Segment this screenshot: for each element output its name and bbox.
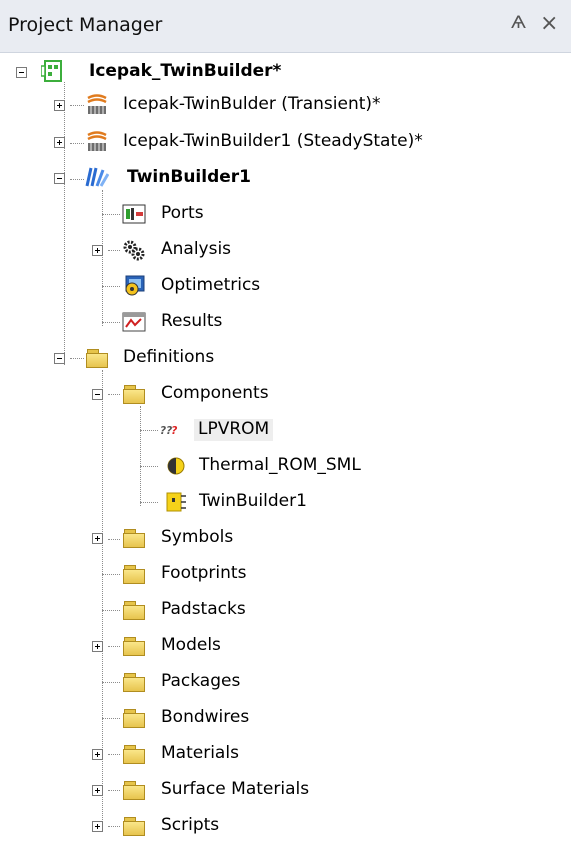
tree-node-padstacks[interactable]: Padstacks xyxy=(0,596,571,626)
tree-node-materials[interactable]: Materials xyxy=(0,740,571,770)
icepak-design-icon xyxy=(87,94,107,114)
tree-node-ports[interactable]: Ports xyxy=(0,200,571,230)
folder-icon xyxy=(122,563,146,585)
folder-icon xyxy=(122,815,146,837)
tree-node-lpvrom[interactable]: ?? ? LPVROM xyxy=(0,416,571,446)
tree-label: Definitions xyxy=(123,347,215,367)
expand-toggle[interactable] xyxy=(54,100,65,111)
tree-node-thermal-rom[interactable]: Thermal_ROM_SML xyxy=(0,452,571,482)
svg-text:??: ?? xyxy=(160,425,172,437)
tree-node-results[interactable]: Results xyxy=(0,308,571,338)
tree-label: Thermal_ROM_SML xyxy=(199,455,361,475)
tree-label: Results xyxy=(161,311,223,331)
folder-icon xyxy=(122,383,146,405)
expand-toggle[interactable] xyxy=(92,821,103,832)
expand-toggle[interactable] xyxy=(92,641,103,652)
tree-label: Footprints xyxy=(161,563,247,583)
tree-label: Symbols xyxy=(161,527,234,547)
tree-node-bondwires[interactable]: Bondwires xyxy=(0,704,571,734)
tree-label: Icepak-TwinBuilder1 (SteadyState)* xyxy=(123,131,423,151)
tree-node-definitions[interactable]: Definitions xyxy=(0,344,571,374)
project-icon xyxy=(41,60,62,82)
optimetrics-icon xyxy=(125,275,145,296)
tree-node-models[interactable]: Models xyxy=(0,632,571,662)
collapse-toggle[interactable] xyxy=(54,353,65,364)
tree-label: Optimetrics xyxy=(161,275,261,295)
tree-node-design-steady[interactable]: Icepak-TwinBuilder1 (SteadyState)* xyxy=(0,128,571,158)
tree-label: Scripts xyxy=(161,815,220,835)
folder-icon xyxy=(122,743,146,765)
panel-title: Project Manager xyxy=(8,14,163,36)
tree-node-twinbuilder[interactable]: TwinBuilder1 xyxy=(0,164,571,194)
tree-label: Analysis xyxy=(161,239,232,259)
expand-toggle[interactable] xyxy=(92,533,103,544)
tree-label: Materials xyxy=(161,743,239,763)
collapse-toggle[interactable] xyxy=(92,389,103,400)
tree-label: Surface Materials xyxy=(161,779,310,799)
tree-label: Packages xyxy=(161,671,241,691)
svg-text:?: ? xyxy=(171,425,177,437)
close-icon[interactable]: × xyxy=(540,11,558,36)
collapse-toggle[interactable] xyxy=(54,173,65,184)
tree-label: Bondwires xyxy=(161,707,250,727)
folder-icon xyxy=(85,347,109,369)
pin-icon[interactable]: Ѧ xyxy=(511,13,526,33)
folder-icon xyxy=(122,527,146,549)
tree-label: TwinBuilder1 xyxy=(127,167,251,187)
folder-icon xyxy=(122,779,146,801)
tree-label: Components xyxy=(161,383,269,403)
thermal-rom-icon xyxy=(167,457,185,475)
tree-node-symbols[interactable]: Symbols xyxy=(0,524,571,554)
panel-header: Project Manager Ѧ × xyxy=(0,0,571,53)
tree-node-project[interactable]: Icepak_TwinBuilder* xyxy=(0,58,571,88)
folder-icon xyxy=(122,599,146,621)
ports-icon xyxy=(122,204,146,224)
tree-node-components[interactable]: Components xyxy=(0,380,571,410)
tree-node-optimetrics[interactable]: Optimetrics xyxy=(0,272,571,302)
expand-toggle[interactable] xyxy=(92,749,103,760)
collapse-toggle[interactable] xyxy=(16,67,27,78)
tree-label: Icepak-TwinBulder (Transient)* xyxy=(123,94,381,114)
folder-icon xyxy=(122,671,146,693)
expand-toggle[interactable] xyxy=(54,137,65,148)
tree-label: LPVROM xyxy=(194,419,274,441)
tree-node-analysis[interactable]: Analysis xyxy=(0,236,571,266)
tree-label: Models xyxy=(161,635,221,655)
tree-node-design-transient[interactable]: Icepak-TwinBulder (Transient)* xyxy=(0,91,571,121)
gear-icon xyxy=(123,240,145,261)
expand-toggle[interactable] xyxy=(92,785,103,796)
unknown-component-icon: ?? ? xyxy=(160,425,177,437)
tree-node-twinbuilder-component[interactable]: TwinBuilder1 xyxy=(0,488,571,518)
tree-label: Icepak_TwinBuilder* xyxy=(89,61,282,81)
folder-icon xyxy=(122,635,146,657)
results-icon xyxy=(122,312,146,332)
icepak-design-icon xyxy=(87,131,107,151)
tree-node-packages[interactable]: Packages xyxy=(0,668,571,698)
project-tree: Icepak_TwinBuilder* Icepak-TwinBulder (T… xyxy=(0,52,571,838)
folder-icon xyxy=(122,707,146,729)
tree-node-footprints[interactable]: Footprints xyxy=(0,560,571,590)
tree-label: Ports xyxy=(161,203,204,223)
expand-toggle[interactable] xyxy=(92,245,103,256)
tree-label: TwinBuilder1 xyxy=(199,491,307,511)
component-icon xyxy=(166,492,186,512)
tree-node-surface-materials[interactable]: Surface Materials xyxy=(0,776,571,806)
twinbuilder-design-icon xyxy=(85,167,109,187)
tree-label: Padstacks xyxy=(161,599,246,619)
